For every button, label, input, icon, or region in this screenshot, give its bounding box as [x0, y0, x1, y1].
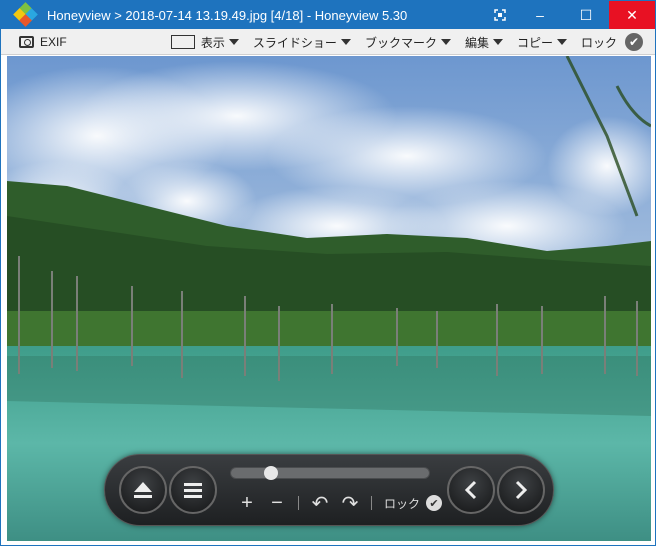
lock-label: ロック — [580, 35, 617, 50]
menu-slideshow[interactable]: スライドショー — [253, 34, 351, 51]
fullscreen-button[interactable] — [483, 1, 517, 29]
next-button[interactable] — [497, 466, 545, 514]
menu-copy-label: コピー — [516, 35, 553, 50]
caret-down-icon — [340, 39, 351, 45]
separator — [371, 496, 372, 510]
eject-button[interactable] — [119, 466, 167, 514]
toolbar: EXIF 表示 スライドショー ブックマーク 編集 コピー ロック ✔ — [1, 29, 655, 55]
rotate-left-button[interactable]: ↶ — [305, 491, 335, 516]
menu-copy[interactable]: コピー — [517, 34, 567, 51]
prev-button[interactable] — [447, 466, 495, 514]
window-controls: – ☐ ✕ — [483, 1, 655, 29]
caret-down-icon — [228, 39, 239, 45]
zoom-out-button[interactable]: − — [262, 492, 292, 515]
menu-view-label: 表示 — [200, 35, 225, 50]
app-window: Honeyview > 2018-07-14 13.19.49.jpg [4/1… — [0, 0, 656, 546]
overlay-actions: + − ↶ ↷ ロック ✔ — [232, 491, 443, 516]
menu-edit-label: 編集 — [464, 35, 489, 50]
overlay-lock-label[interactable]: ロック — [384, 495, 420, 512]
view-icon — [170, 35, 195, 49]
menu-button[interactable] — [169, 466, 217, 514]
menu-edit[interactable]: 編集 — [465, 34, 503, 51]
rotate-right-button[interactable]: ↷ — [335, 491, 365, 516]
exif-label: EXIF — [40, 34, 67, 49]
slider-knob[interactable] — [264, 466, 279, 480]
exif-button[interactable]: EXIF — [19, 35, 67, 49]
close-button[interactable]: ✕ — [609, 1, 655, 29]
camera-icon — [19, 35, 34, 48]
zoom-in-button[interactable]: + — [232, 492, 262, 515]
caret-down-icon — [556, 39, 567, 45]
page-slider[interactable] — [230, 466, 430, 480]
minimize-button[interactable]: – — [517, 1, 563, 29]
menu-icon — [184, 483, 202, 498]
viewer-controls: + − ↶ ↷ ロック ✔ — [104, 454, 554, 526]
fullscreen-icon — [494, 9, 506, 21]
chevron-left-icon — [464, 480, 477, 500]
caret-down-icon — [440, 39, 451, 45]
chevron-right-icon — [515, 480, 528, 500]
check-icon: ✔ — [426, 495, 443, 511]
menu-bookmark[interactable]: ブックマーク — [365, 34, 451, 51]
maximize-button[interactable]: ☐ — [563, 1, 609, 29]
title-bar[interactable]: Honeyview > 2018-07-14 13.19.49.jpg [4/1… — [1, 1, 655, 29]
check-icon: ✔ — [625, 33, 643, 51]
toolbar-menus: 表示 スライドショー ブックマーク 編集 コピー ロック ✔ — [157, 29, 643, 55]
honeyview-logo-icon — [13, 2, 38, 27]
lock-toggle[interactable]: ロック ✔ — [581, 33, 643, 51]
window-title: Honeyview > 2018-07-14 13.19.49.jpg [4/1… — [47, 7, 408, 23]
separator — [298, 496, 299, 510]
eject-icon — [134, 482, 152, 498]
menu-bookmark-label: ブックマーク — [364, 35, 437, 50]
menu-view[interactable]: 表示 — [170, 34, 239, 51]
caret-down-icon — [492, 39, 503, 45]
menu-slideshow-label: スライドショー — [252, 35, 337, 50]
